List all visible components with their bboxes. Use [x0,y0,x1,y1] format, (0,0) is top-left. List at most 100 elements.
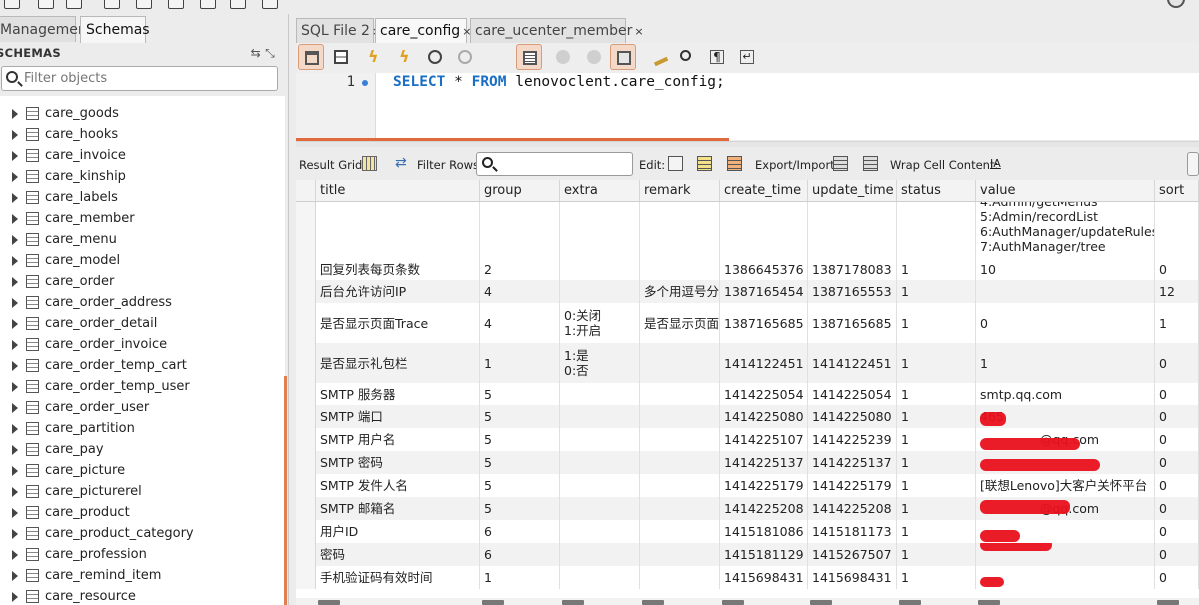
cell-group[interactable]: 2 [480,258,560,280]
cell-title[interactable] [316,202,480,258]
cell-status[interactable]: 1 [897,474,976,497]
cell-value[interactable]: @qq.com [976,428,1155,451]
column-header-sort[interactable]: sort [1155,180,1199,202]
cell-remark[interactable]: 多个用逗号分隔 [640,280,720,303]
cell-status[interactable]: 1 [897,497,976,520]
cell-title[interactable]: 密码 [316,543,480,566]
expand-arrow-icon[interactable] [12,466,18,476]
cell-create-time[interactable]: 1414225107 [720,428,808,451]
tree-item-table[interactable]: care_order_address [0,293,285,314]
cell-status[interactable]: 1 [897,451,976,474]
filter-rows-input[interactable] [476,152,633,176]
cell-update-time[interactable]: 1414122451 [808,343,897,383]
cell-sort[interactable]: 0 [1155,343,1199,383]
expand-arrow-icon[interactable] [12,445,18,455]
cell-status[interactable] [897,202,976,258]
column-header-update-time[interactable]: update_time [808,180,897,202]
expand-arrow-icon[interactable] [12,529,18,539]
cell-update-time[interactable]: 1415698431 [808,566,897,589]
cell-value[interactable]: smtp.qq.com [976,383,1155,405]
cell-group[interactable]: 5 [480,474,560,497]
cell-create-time[interactable] [720,202,808,258]
cell-extra[interactable] [560,543,640,566]
cell-create-time[interactable]: 1414122451 [720,343,808,383]
delete-row-icon[interactable] [727,156,742,171]
cell-update-time[interactable]: 1387178083 [808,258,897,280]
expand-arrow-icon[interactable] [12,130,18,140]
table-row[interactable]: 是否显示页面Trace40:关闭 1:开启是否显示页面Trace13871656… [296,303,1199,343]
create-view-icon[interactable] [168,0,184,9]
cell-status[interactable]: 1 [897,280,976,303]
table-row[interactable]: 回复列表每页条数 2 1386645376 1387178083 1 10 0 [296,258,1199,280]
cell-status[interactable]: 1 [897,303,976,343]
cell-value[interactable] [976,451,1155,474]
tree-item-table[interactable]: care_model [0,251,285,272]
wrap-cell-icon[interactable]: IA [990,156,1005,171]
cell-remark[interactable] [640,451,720,474]
expand-arrow-icon[interactable] [12,319,18,329]
cell-status[interactable]: 1 [897,405,976,428]
tree-item-table[interactable]: care_member [0,209,285,230]
autocommit-toggle[interactable] [610,44,636,70]
cell-sort[interactable]: 0 [1155,258,1199,280]
cell-extra[interactable] [560,405,640,428]
cell-group[interactable]: 5 [480,451,560,474]
info-icon[interactable] [66,0,82,9]
table-row[interactable]: SMTP 用户名 5 1414225107 1414225239 1 @qq.com 0 [296,428,1199,451]
result-grid-icon[interactable] [362,156,377,171]
edit-cell-icon[interactable] [668,156,683,171]
tree-item-table[interactable]: care_resource [0,587,285,605]
cell-extra[interactable] [560,258,640,280]
tree-item-table[interactable]: care_order_invoice [0,335,285,356]
table-row[interactable]: SMTP 端口 5 1414225080 1414225080 1 465 0 [296,405,1199,428]
create-function-icon[interactable] [230,0,246,9]
tab-management[interactable]: Management [0,16,92,42]
table-row[interactable]: SMTP 服务器 5 1414225054 1414225054 1 smtp.qq.co… [296,383,1199,405]
tree-item-table[interactable]: care_labels [0,188,285,209]
cell-title[interactable]: SMTP 用户名 [316,428,480,451]
expand-arrow-icon[interactable] [12,340,18,350]
tree-item-table[interactable]: care_order_user [0,398,285,419]
result-panel-toggle[interactable] [1187,152,1199,176]
cell-sort[interactable]: 0 [1155,428,1199,451]
cell-group[interactable]: 6 [480,543,560,566]
tree-item-table[interactable]: care_order [0,272,285,293]
rollback-button[interactable] [581,44,607,70]
cell-update-time[interactable]: 1414225137 [808,451,897,474]
cell-sort[interactable]: 0 [1155,520,1199,543]
expand-arrow-icon[interactable] [12,508,18,518]
expand-arrow-icon[interactable] [12,361,18,371]
cell-extra[interactable] [560,451,640,474]
tab-care-config[interactable]: care_config × [375,18,471,44]
cell-remark[interactable] [640,405,720,428]
tree-item-table[interactable]: care_product [0,503,285,524]
table-row[interactable]: 4:Admin/getMenus 5:Admin/recordList 6:Au… [296,202,1199,258]
tree-item-table[interactable]: care_picture [0,461,285,482]
cell-sort[interactable]: 0 [1155,405,1199,428]
tree-item-table[interactable]: care_remind_item [0,566,285,587]
cell-status[interactable]: 1 [897,383,976,405]
table-row[interactable]: 后台允许访问IP 4 多个用逗号分隔 1387165454 1387165553 1 12 [296,280,1199,303]
expand-arrow-icon[interactable] [12,382,18,392]
cell-update-time[interactable] [808,202,897,258]
cell-value[interactable]: 10 [976,258,1155,280]
tree-item-table[interactable]: care_hooks [0,125,285,146]
cell-title[interactable]: SMTP 密码 [316,451,480,474]
execute-current-button[interactable]: ϟ [393,44,419,70]
expand-arrow-icon[interactable] [12,550,18,560]
cell-remark[interactable] [640,566,720,589]
table-row[interactable]: 密码 6 1415181129 1415267507 1 0 [296,543,1199,566]
cell-value[interactable] [976,520,1155,543]
cell-remark[interactable] [640,202,720,258]
column-header-status[interactable]: status [897,180,976,202]
cell-sort[interactable]: 0 [1155,474,1199,497]
cell-group[interactable]: 1 [480,566,560,589]
tree-item-table[interactable]: care_partition [0,419,285,440]
cell-create-time[interactable]: 1415181086 [720,520,808,543]
beautify-button[interactable] [646,44,672,70]
cell-title[interactable]: SMTP 发件人名 [316,474,480,497]
cell-status[interactable]: 1 [897,543,976,566]
cell-value[interactable]: [联想Lenovo]大客户关怀平台 [976,474,1155,497]
tab-schemas[interactable]: Schemas [80,16,150,43]
cell-sort[interactable]: 12 [1155,280,1199,303]
